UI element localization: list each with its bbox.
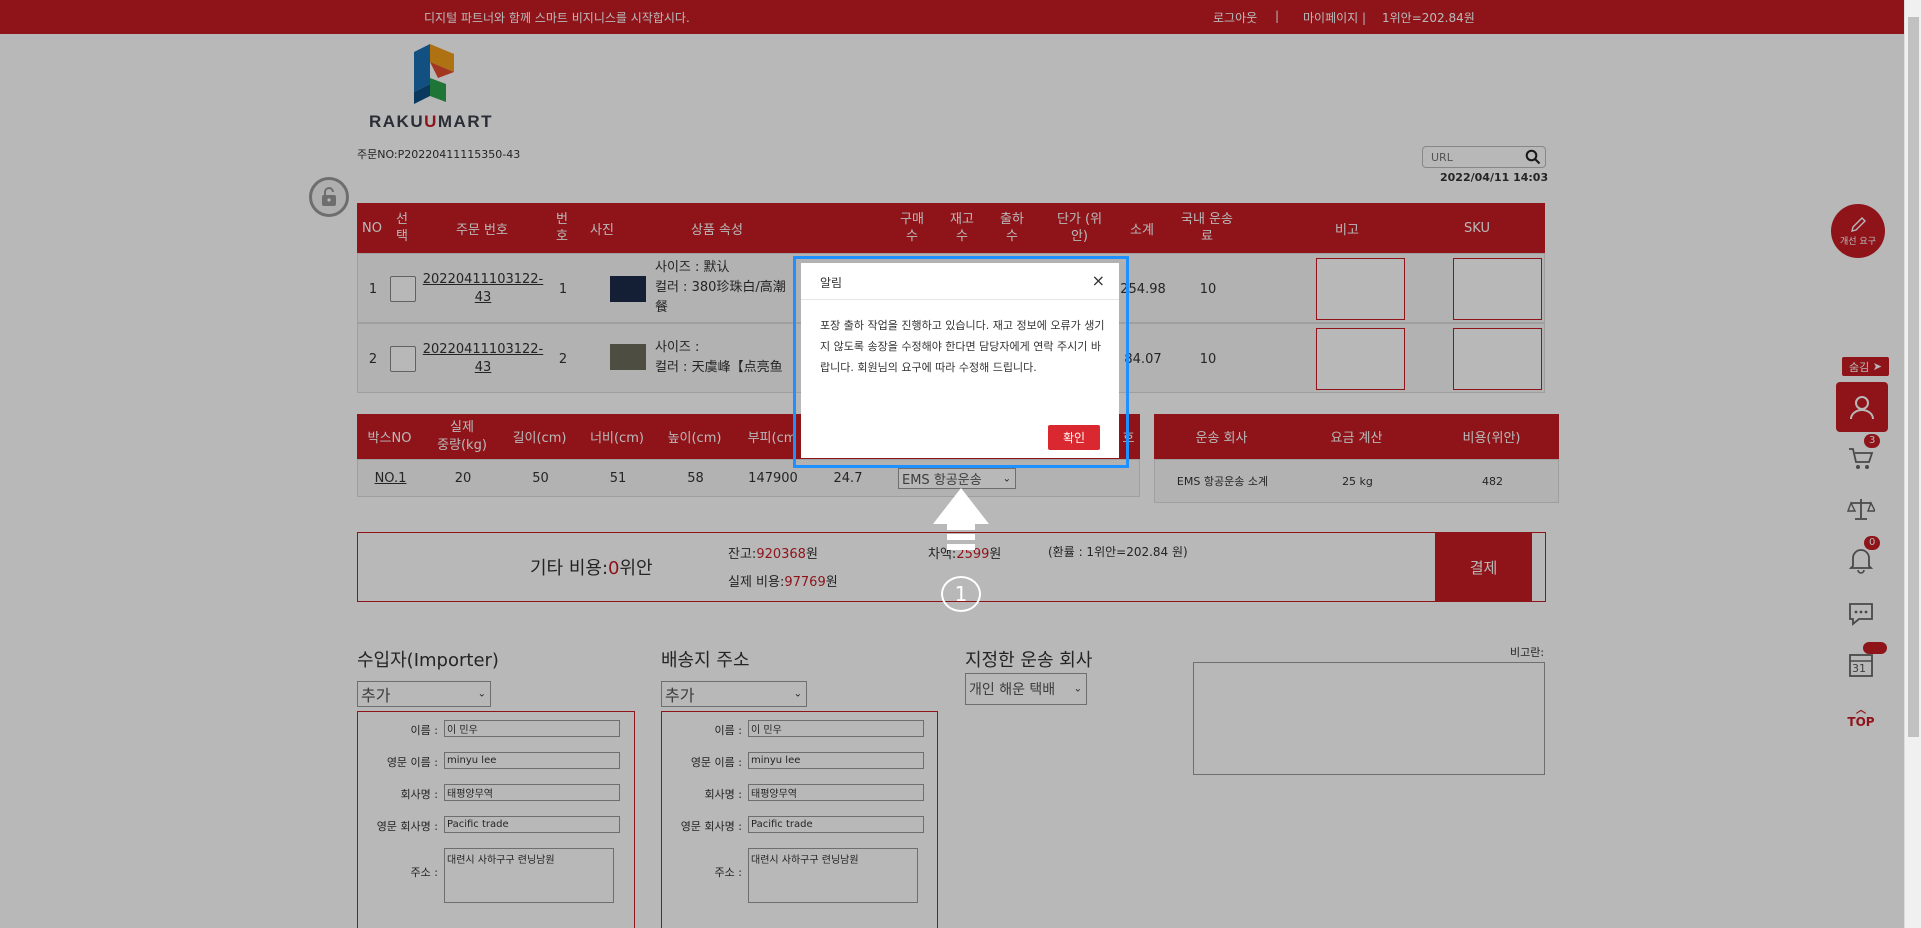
confirm-button[interactable]: 확인 bbox=[1048, 425, 1100, 450]
dialog-title: 알림 bbox=[820, 276, 843, 290]
up-arrow-icon bbox=[931, 488, 991, 562]
dialog-divider bbox=[801, 299, 1119, 300]
annotation-number: 1 bbox=[941, 576, 981, 612]
dialog-message: 포장 출하 작업을 진행하고 있습니다. 재고 정보에 오류가 생기지 않도록 … bbox=[820, 319, 1105, 374]
alert-dialog: 알림 × 포장 출하 작업을 진행하고 있습니다. 재고 정보에 오류가 생기지… bbox=[801, 263, 1119, 458]
scrollbar-thumb[interactable] bbox=[1908, 17, 1919, 737]
close-icon[interactable]: × bbox=[1092, 271, 1105, 290]
page-scrollbar[interactable] bbox=[1904, 0, 1921, 928]
